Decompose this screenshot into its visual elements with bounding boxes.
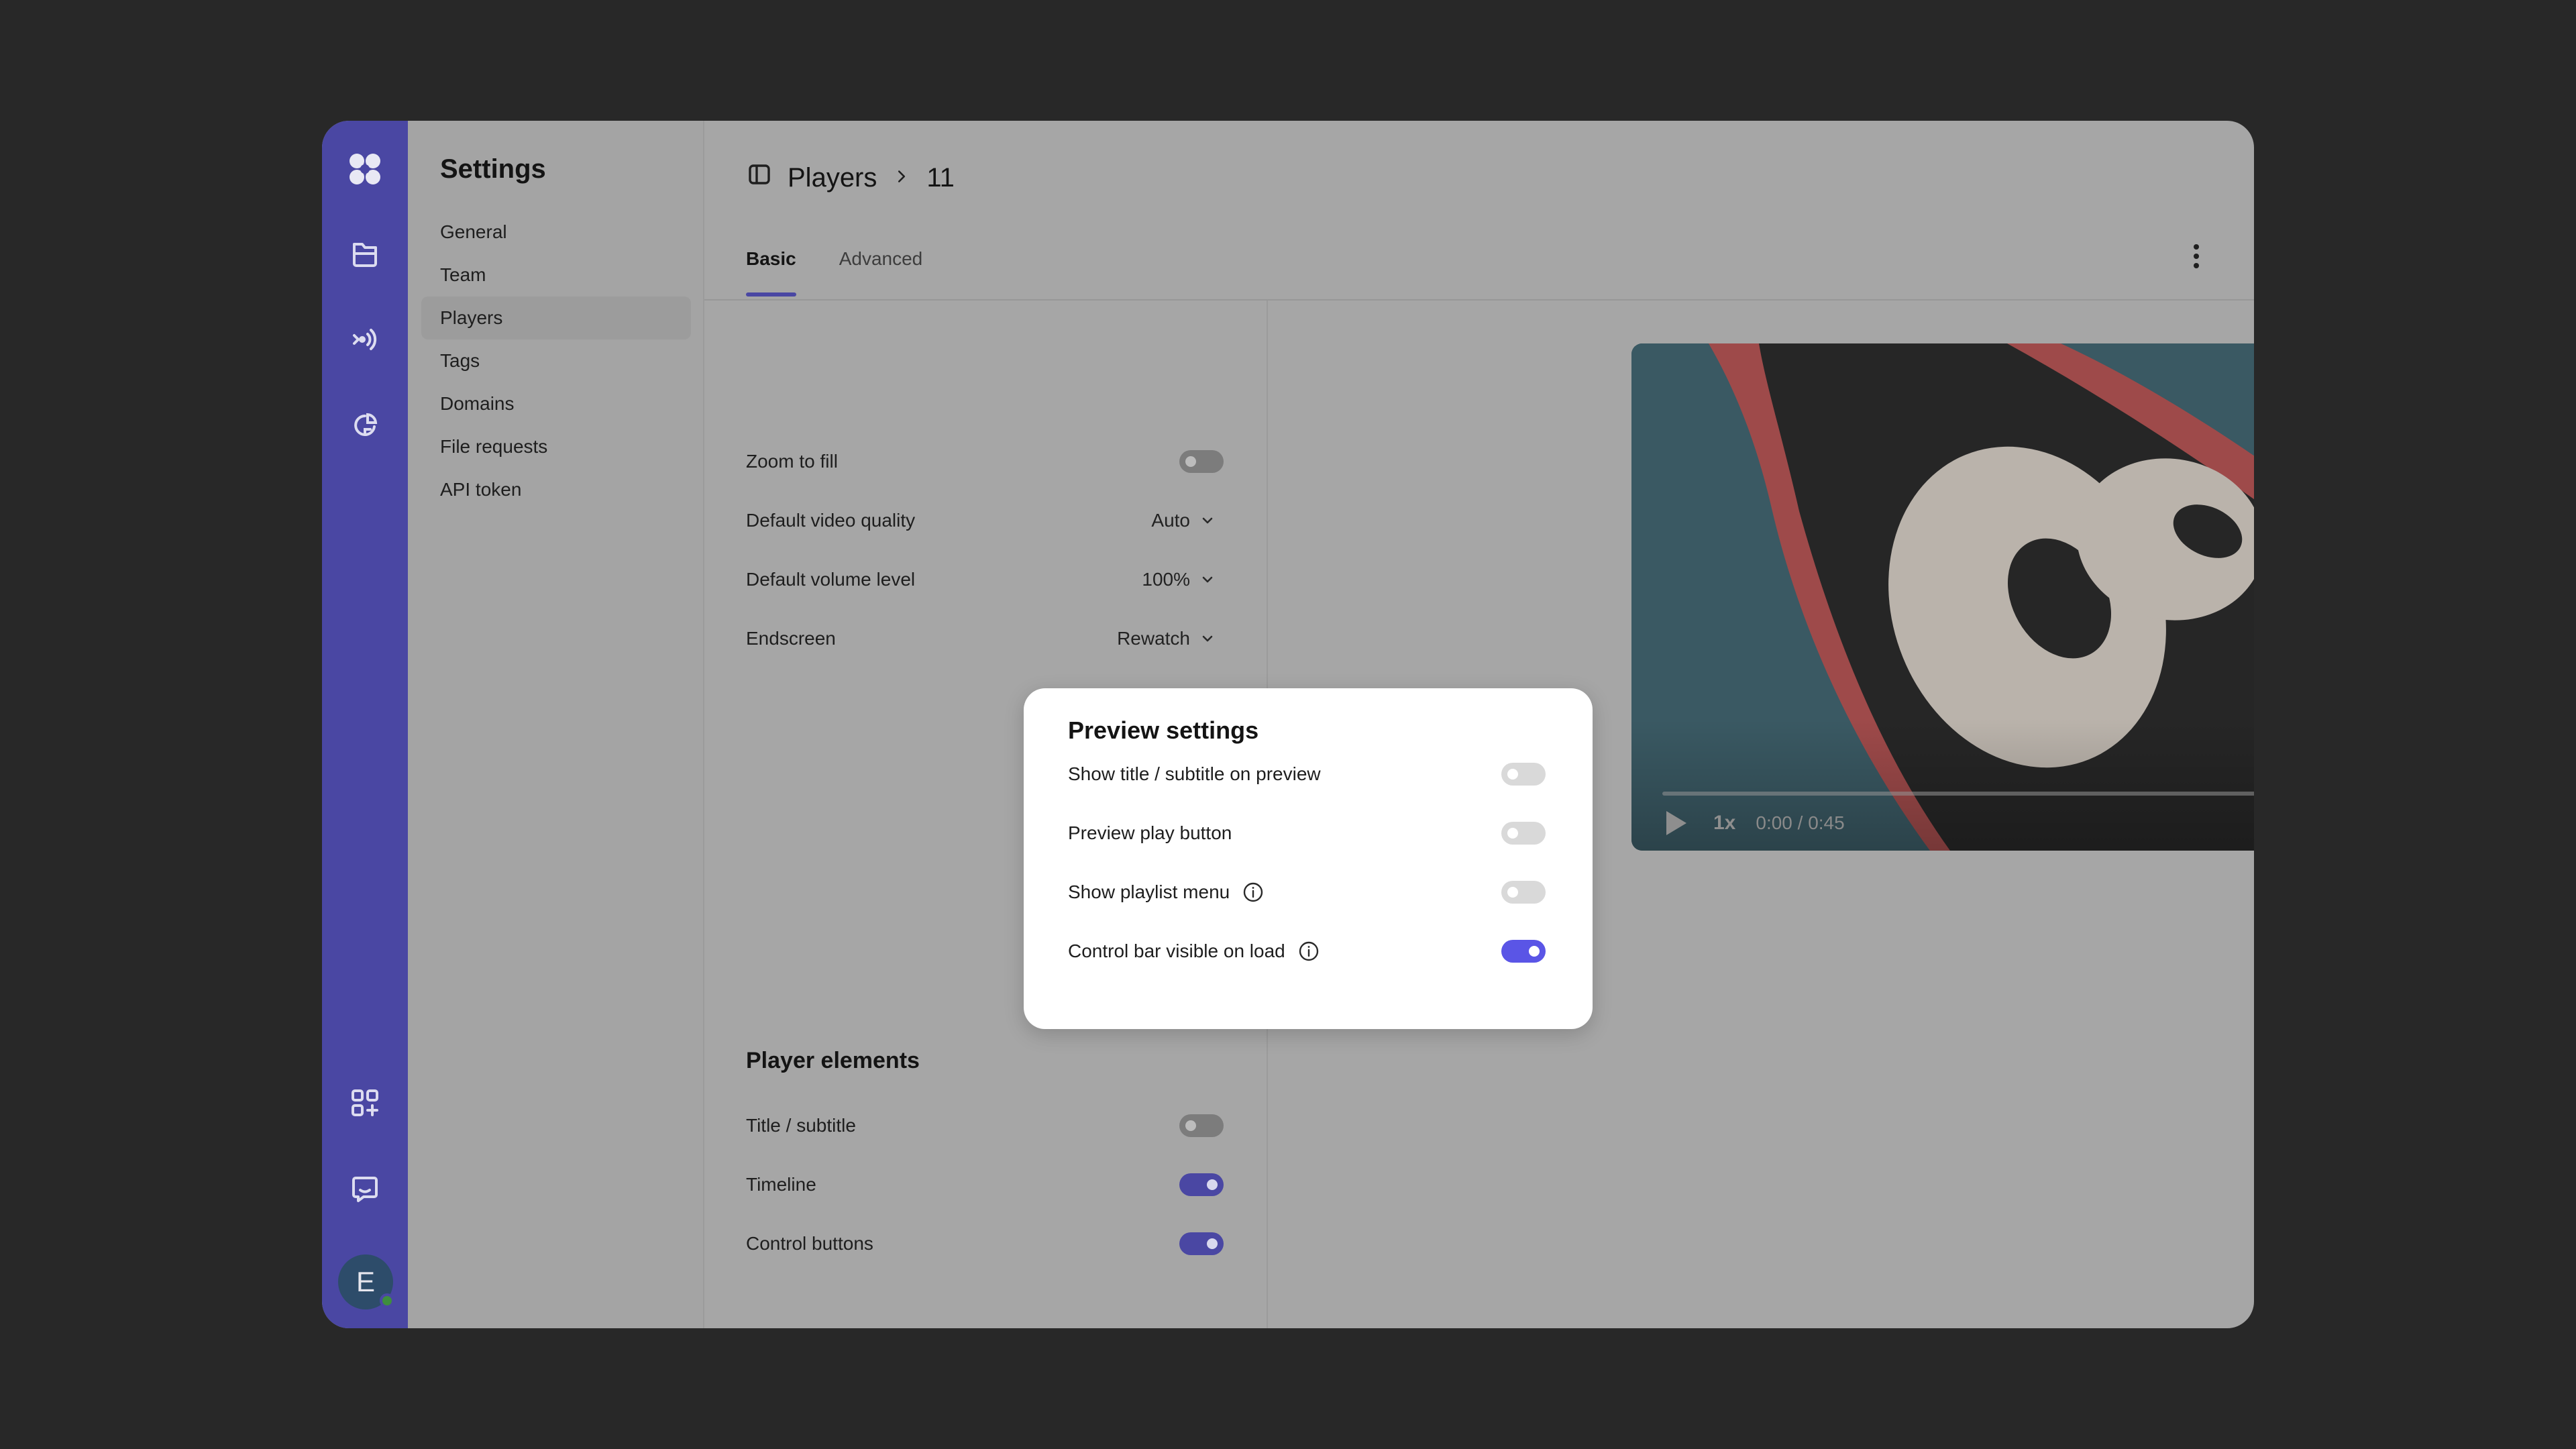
volume-level-select[interactable]: 100%	[1142, 569, 1216, 590]
sidebar-toggle-icon[interactable]	[746, 161, 773, 195]
preview-play-button-label: Preview play button	[1068, 822, 1232, 843]
settings-nav-list: General Team Players Tags Domains File r…	[421, 211, 691, 511]
settings-item-api-token[interactable]: API token	[421, 468, 691, 511]
player-elements-title: Player elements	[746, 1048, 920, 1073]
info-icon[interactable]	[1242, 881, 1265, 904]
video-quality-label: Default video quality	[746, 510, 916, 531]
video-progress-bar[interactable]	[1662, 792, 2254, 796]
settings-item-general[interactable]: General	[421, 211, 691, 254]
settings-item-file-requests[interactable]: File requests	[421, 425, 691, 468]
control-buttons-toggle[interactable]	[1179, 1232, 1224, 1255]
tab-bar: Basic Advanced	[746, 248, 922, 297]
folder-icon[interactable]	[345, 233, 385, 274]
control-bar-visible-row: Control bar visible on load	[1068, 931, 1546, 971]
tab-advanced[interactable]: Advanced	[839, 248, 923, 297]
endscreen-label: Endscreen	[746, 628, 836, 649]
video-preview[interactable]: 1x 0:00 / 0:45 HD	[1631, 343, 2254, 851]
show-title-subtitle-label: Show title / subtitle on preview	[1068, 763, 1321, 784]
video-quality-select[interactable]: Auto	[1151, 510, 1216, 531]
live-icon[interactable]	[345, 319, 385, 360]
chat-icon[interactable]	[345, 1169, 385, 1209]
control-buttons-row: Control buttons	[746, 1224, 1224, 1264]
show-title-subtitle-row: Show title / subtitle on preview	[1068, 754, 1546, 794]
volume-level-value: 100%	[1142, 569, 1190, 590]
integrations-icon[interactable]	[345, 1083, 385, 1123]
video-frame-image	[1631, 343, 2254, 851]
logo-icon[interactable]	[345, 149, 385, 189]
preview-settings-popup: Preview settings Show title / subtitle o…	[1024, 688, 1593, 1029]
settings-sidebar: Settings General Team Players Tags Domai…	[408, 121, 704, 1328]
title-subtitle-label: Title / subtitle	[746, 1115, 856, 1136]
endscreen-select[interactable]: Rewatch	[1117, 628, 1216, 649]
play-icon[interactable]	[1662, 808, 1689, 838]
settings-title: Settings	[440, 154, 546, 184]
chevron-right-icon	[892, 163, 912, 193]
preview-settings-title: Preview settings	[1068, 716, 1259, 744]
chevron-down-icon	[1202, 517, 1213, 524]
volume-level-label: Default volume level	[746, 569, 916, 590]
title-subtitle-row: Title / subtitle	[746, 1106, 1224, 1146]
playback-speed-button[interactable]: 1x	[1713, 812, 1735, 835]
show-playlist-menu-toggle[interactable]	[1501, 881, 1546, 904]
analytics-icon[interactable]	[345, 405, 385, 445]
chevron-down-icon	[1202, 635, 1213, 642]
timeline-label: Timeline	[746, 1174, 816, 1195]
chevron-down-icon	[1202, 576, 1213, 583]
control-bar-visible-toggle[interactable]	[1501, 940, 1546, 963]
video-time: 0:00 / 0:45	[1756, 812, 1845, 833]
tab-basic[interactable]: Basic	[746, 248, 796, 297]
app-rail: E	[322, 121, 408, 1328]
show-playlist-menu-label: Show playlist menu	[1068, 881, 1230, 902]
breadcrumb-players[interactable]: Players	[788, 163, 877, 193]
settings-item-tags[interactable]: Tags	[421, 339, 691, 382]
video-quality-row: Default video quality Auto	[746, 500, 1224, 541]
avatar-letter: E	[356, 1266, 375, 1297]
endscreen-value: Rewatch	[1117, 628, 1190, 649]
zoom-to-fill-toggle[interactable]	[1179, 450, 1224, 473]
preview-play-button-toggle[interactable]	[1501, 822, 1546, 845]
app-window: E Settings General Team Players Tags Dom…	[322, 121, 2254, 1328]
volume-level-row: Default volume level 100%	[746, 559, 1224, 600]
show-playlist-menu-row: Show playlist menu	[1068, 872, 1546, 912]
control-buttons-label: Control buttons	[746, 1233, 873, 1254]
video-control-bar: 1x 0:00 / 0:45 HD	[1662, 806, 2254, 840]
timeline-row: Timeline	[746, 1165, 1224, 1205]
online-status-dot	[380, 1293, 394, 1308]
endscreen-row: Endscreen Rewatch	[746, 619, 1224, 659]
video-quality-value: Auto	[1151, 510, 1190, 531]
zoom-to-fill-label: Zoom to fill	[746, 451, 838, 472]
timeline-toggle[interactable]	[1179, 1173, 1224, 1196]
control-bar-visible-label: Control bar visible on load	[1068, 941, 1285, 961]
avatar[interactable]: E	[338, 1254, 394, 1309]
settings-item-players[interactable]: Players	[421, 297, 691, 339]
preview-play-button-row: Preview play button	[1068, 813, 1546, 853]
breadcrumb-current: 11	[926, 162, 955, 193]
info-icon[interactable]	[1297, 940, 1320, 963]
show-title-subtitle-toggle[interactable]	[1501, 763, 1546, 786]
title-subtitle-toggle[interactable]	[1179, 1114, 1224, 1137]
settings-item-team[interactable]: Team	[421, 254, 691, 297]
more-options-icon[interactable]	[2188, 241, 2204, 271]
breadcrumb: Players 11	[746, 157, 955, 199]
zoom-to-fill-row: Zoom to fill	[746, 441, 1224, 482]
settings-item-domains[interactable]: Domains	[421, 382, 691, 425]
